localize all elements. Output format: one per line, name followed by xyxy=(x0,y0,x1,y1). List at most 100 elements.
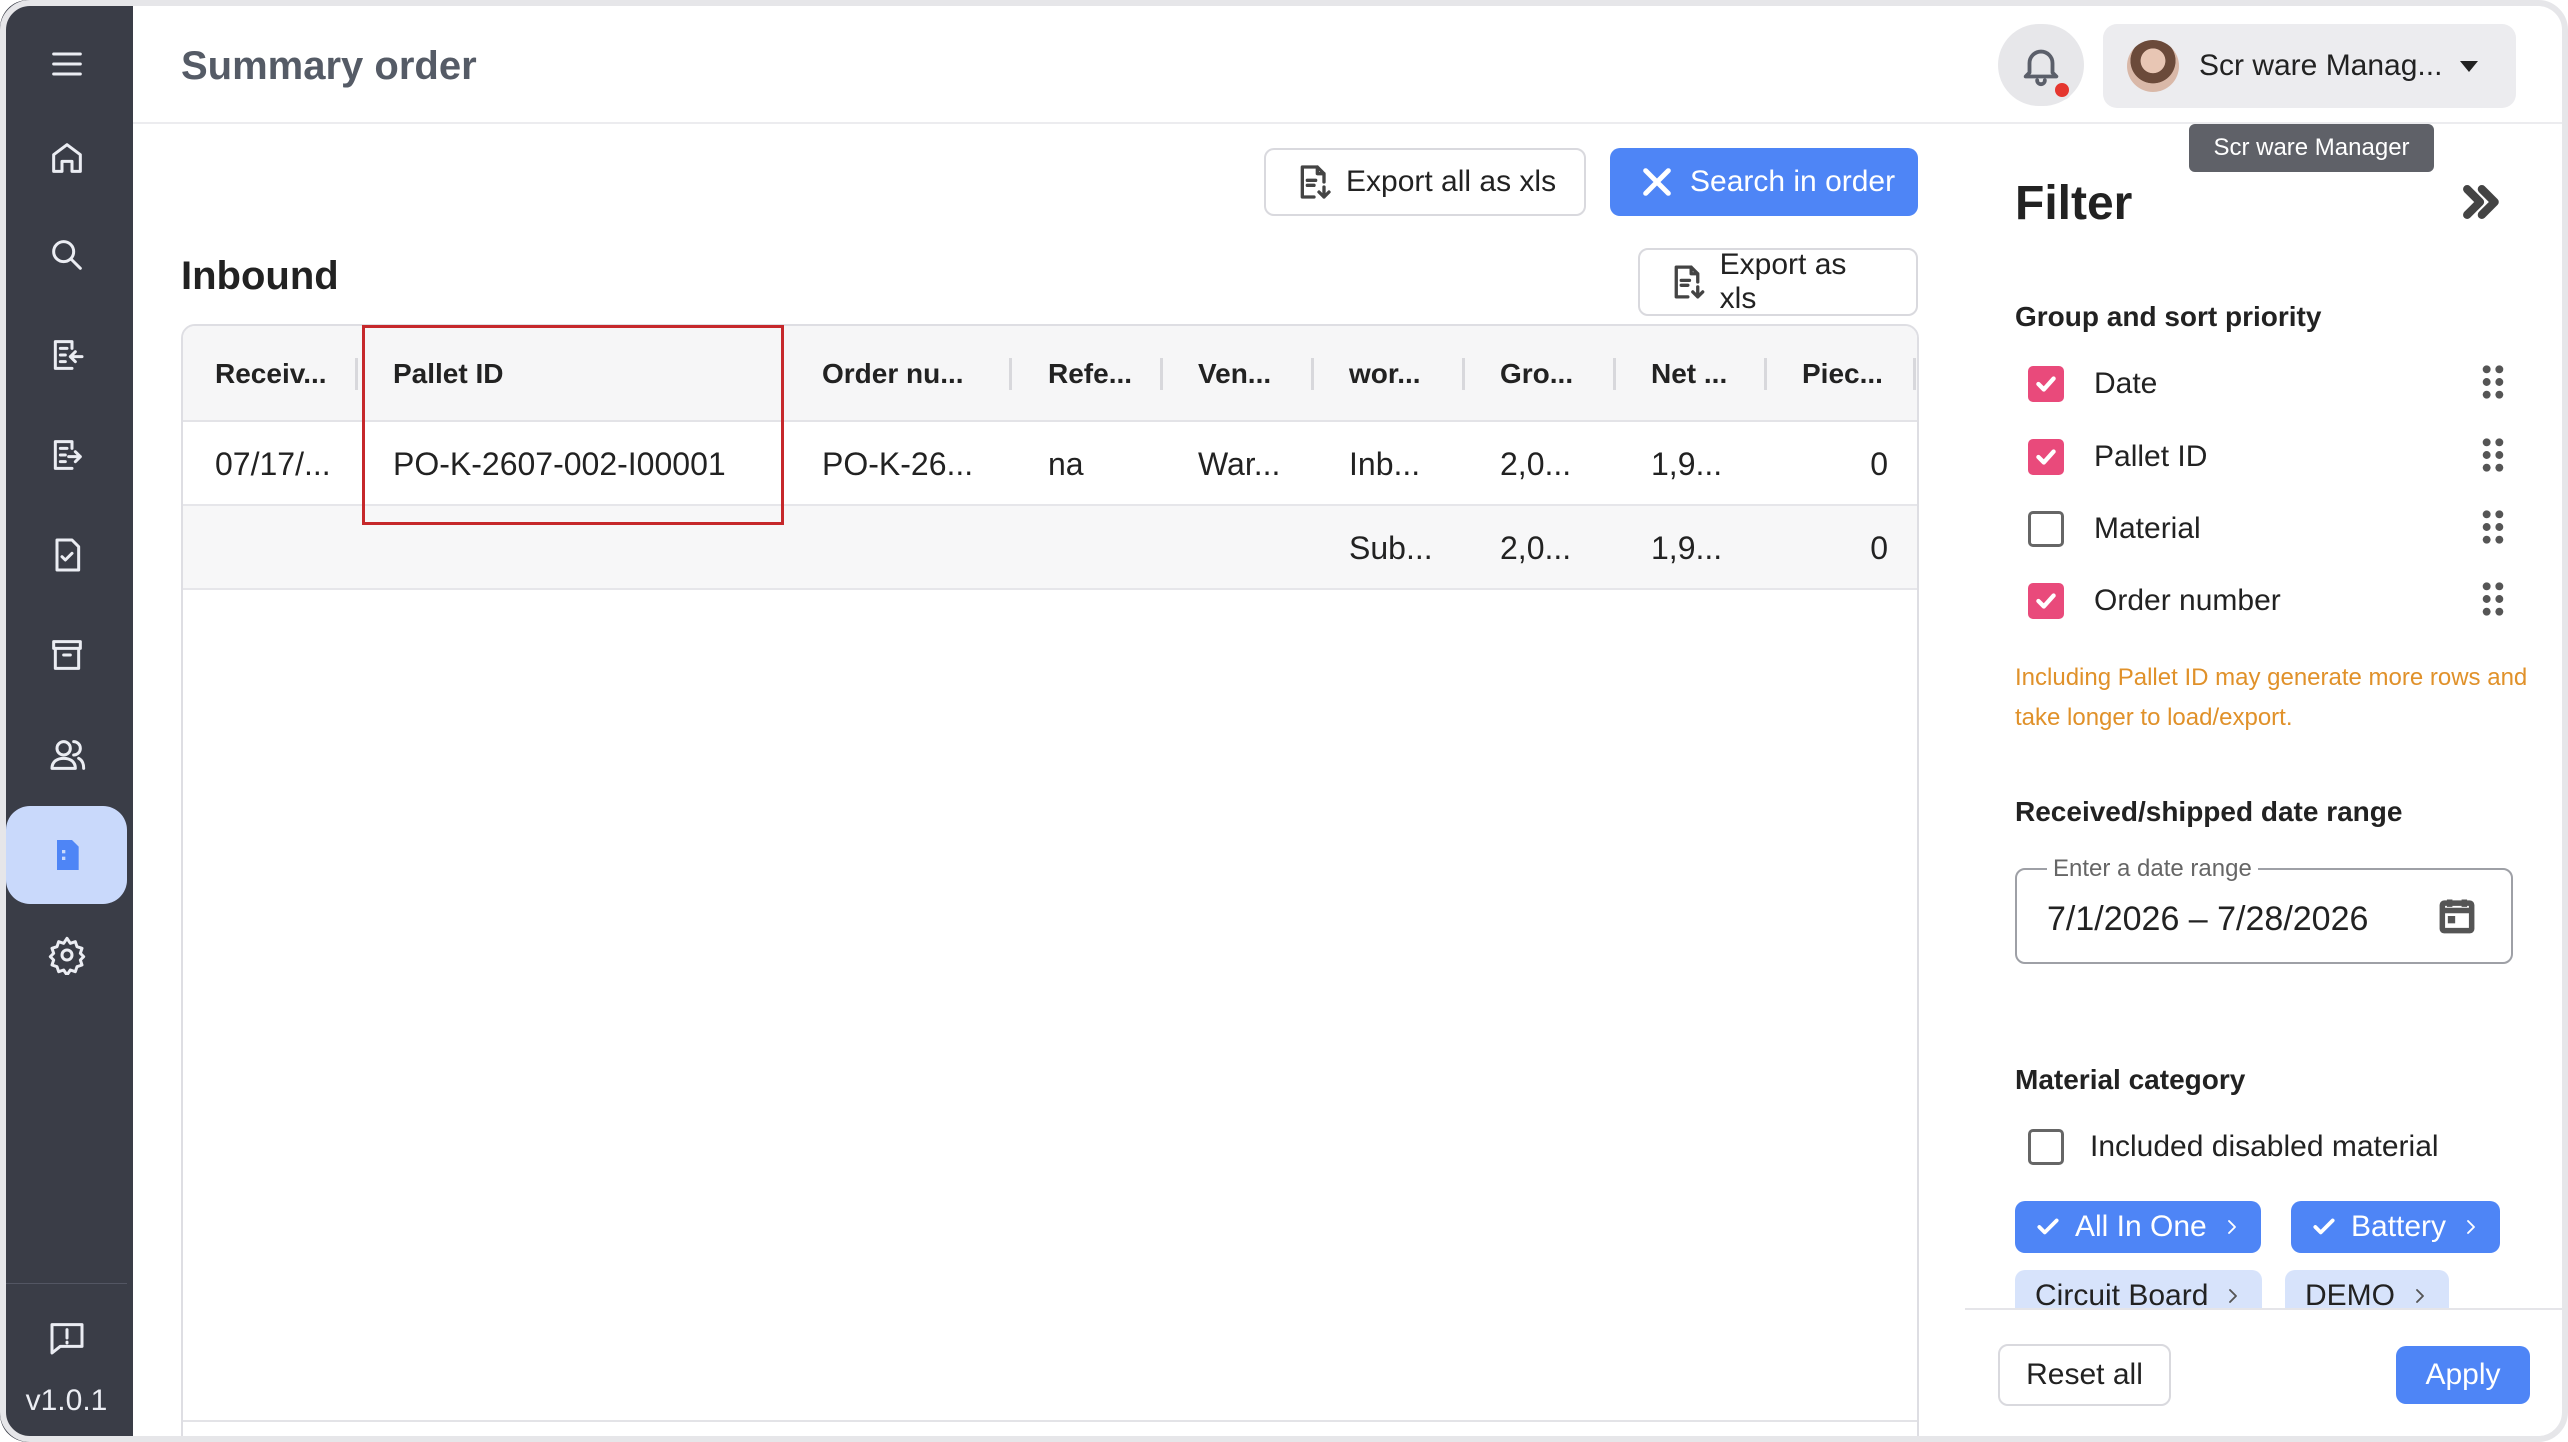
col-header-order-number[interactable]: Order nu... xyxy=(822,326,964,422)
cell-order-number: PO-K-26... xyxy=(822,445,974,482)
search-icon[interactable] xyxy=(34,222,100,288)
menu-icon[interactable] xyxy=(34,31,100,97)
sort-item-material[interactable]: Material xyxy=(2028,503,2506,555)
col-header-work[interactable]: wor... xyxy=(1349,326,1421,422)
cell-pieces: 0 xyxy=(1870,445,1888,482)
checkbox[interactable] xyxy=(2028,511,2064,547)
filter-title: Filter xyxy=(2015,177,2133,230)
settings-icon[interactable] xyxy=(34,922,100,988)
chip-label: DEMO xyxy=(2305,1279,2395,1308)
checkbox[interactable] xyxy=(2028,1129,2064,1165)
export-xls-button[interactable]: Export as xls xyxy=(1638,248,1918,316)
search-in-order-button[interactable]: Search in order xyxy=(1610,148,1918,216)
col-header-received[interactable]: Receiv... xyxy=(215,326,327,422)
cell-gross: 2,0... xyxy=(1500,445,1572,482)
chip-circuit-board[interactable]: Circuit Board xyxy=(2015,1270,2263,1308)
pallet-id-highlight-box xyxy=(362,325,784,525)
chip-demo[interactable]: DEMO xyxy=(2285,1270,2449,1308)
report-icon[interactable] xyxy=(34,822,100,888)
cell-vendor: War... xyxy=(1198,445,1281,482)
chevron-right-icon xyxy=(2229,1289,2238,1303)
double-chevron-right-icon xyxy=(2463,185,2499,219)
export-all-label: Export all as xls xyxy=(1346,165,1557,198)
chip-battery[interactable]: Battery xyxy=(2291,1201,2501,1253)
user-tooltip: Scr ware Manager xyxy=(2189,124,2434,172)
checkbox[interactable] xyxy=(2028,439,2064,475)
sort-item-date[interactable]: Date xyxy=(2028,358,2506,410)
date-range-heading: Received/shipped date range xyxy=(2015,796,2403,827)
app-version: v1.0.1 xyxy=(25,1384,108,1417)
chip-label: Circuit Board xyxy=(2035,1279,2209,1308)
avatar xyxy=(2127,40,2179,92)
checkbox[interactable] xyxy=(2028,366,2064,402)
export-file-icon xyxy=(1674,265,1705,299)
chip-overflow-area: Circuit Board DEMO xyxy=(2010,1262,2562,1308)
chevron-right-icon xyxy=(2416,1289,2424,1303)
sort-item-label: Pallet ID xyxy=(2094,440,2208,473)
calendar-icon[interactable] xyxy=(2435,894,2479,938)
users-icon[interactable] xyxy=(34,722,100,788)
subtotal-pieces: 0 xyxy=(1870,529,1888,566)
section-title: Inbound xyxy=(181,254,339,298)
archive-icon[interactable] xyxy=(34,622,100,688)
chevron-right-icon xyxy=(2467,1220,2475,1234)
chip-label: Battery xyxy=(2351,1210,2447,1243)
notification-badge xyxy=(2052,80,2072,100)
check-icon xyxy=(2036,593,2056,609)
chip-label: All In One xyxy=(2075,1210,2207,1243)
sort-item-pallet-id[interactable]: Pallet ID xyxy=(2028,431,2506,483)
check-icon xyxy=(2037,1218,2059,1235)
user-menu-button[interactable]: Scr ware Manag... xyxy=(2103,24,2516,108)
checklist-icon[interactable] xyxy=(34,522,100,588)
include-disabled-material[interactable]: Included disabled material xyxy=(2028,1129,2439,1165)
subtotal-label: Sub... xyxy=(1349,529,1433,566)
date-range-input[interactable]: Enter a date range 7/1/2026 – 7/28/2026 xyxy=(2015,855,2513,964)
cell-reference: na xyxy=(1048,445,1084,482)
drag-handle-icon[interactable] xyxy=(2480,436,2506,479)
material-category-heading: Material category xyxy=(2015,1064,2246,1095)
top-bar: Summary order Scr ware Manag... xyxy=(133,0,2568,124)
check-icon xyxy=(2313,1218,2335,1235)
drag-handle-icon[interactable] xyxy=(2480,508,2506,551)
feedback-icon[interactable] xyxy=(34,1305,100,1371)
drag-handle-icon[interactable] xyxy=(2480,580,2506,623)
checkbox[interactable] xyxy=(2028,583,2064,619)
collapse-panel-button[interactable] xyxy=(2455,180,2505,224)
cell-received: 07/17/... xyxy=(215,445,331,482)
col-header-pieces[interactable]: Piec... xyxy=(1802,326,1883,422)
user-name: Scr ware Manag... xyxy=(2199,49,2443,82)
sort-item-order-number[interactable]: Order number xyxy=(2028,575,2506,627)
date-range-value: 7/1/2026 – 7/28/2026 xyxy=(2047,900,2369,938)
search-in-order-label: Search in order xyxy=(1690,165,1896,198)
col-header-vendor[interactable]: Ven... xyxy=(1198,326,1271,422)
apply-button[interactable]: Apply xyxy=(2396,1346,2530,1404)
include-disabled-label: Included disabled material xyxy=(2090,1130,2439,1163)
reset-all-button[interactable]: Reset all xyxy=(1998,1344,2171,1406)
outbound-icon[interactable] xyxy=(34,422,100,488)
home-icon[interactable] xyxy=(34,125,100,191)
col-header-gross[interactable]: Gro... xyxy=(1500,326,1573,422)
subtotal-net: 1,9... xyxy=(1651,529,1723,566)
export-xls-label: Export as xls xyxy=(1719,248,1847,315)
check-icon xyxy=(2036,449,2056,465)
group-sort-heading: Group and sort priority xyxy=(2015,301,2322,332)
cell-net: 1,9... xyxy=(1651,445,1723,482)
notifications-button[interactable] xyxy=(1998,24,2084,106)
cell-work: Inb... xyxy=(1349,445,1421,482)
caret-down-icon xyxy=(2460,60,2479,72)
col-header-reference[interactable]: Refe... xyxy=(1048,326,1132,422)
export-all-button[interactable]: Export all as xls xyxy=(1264,148,1586,216)
page-title: Summary order xyxy=(181,44,477,88)
date-range-label: Enter a date range xyxy=(2047,855,2258,883)
subtotal-gross: 2,0... xyxy=(1500,529,1572,566)
col-header-net[interactable]: Net ... xyxy=(1651,326,1727,422)
sidebar: v1.0.1 xyxy=(0,0,133,1442)
chip-all-in-one[interactable]: All In One xyxy=(2015,1201,2261,1253)
drag-handle-icon[interactable] xyxy=(2480,363,2506,406)
sort-item-label: Order number xyxy=(2094,584,2281,617)
chevron-right-icon xyxy=(2227,1220,2236,1234)
inbound-icon[interactable] xyxy=(34,322,100,388)
close-icon xyxy=(1643,168,1671,196)
check-icon xyxy=(2036,376,2056,392)
sort-item-label: Material xyxy=(2094,512,2201,545)
